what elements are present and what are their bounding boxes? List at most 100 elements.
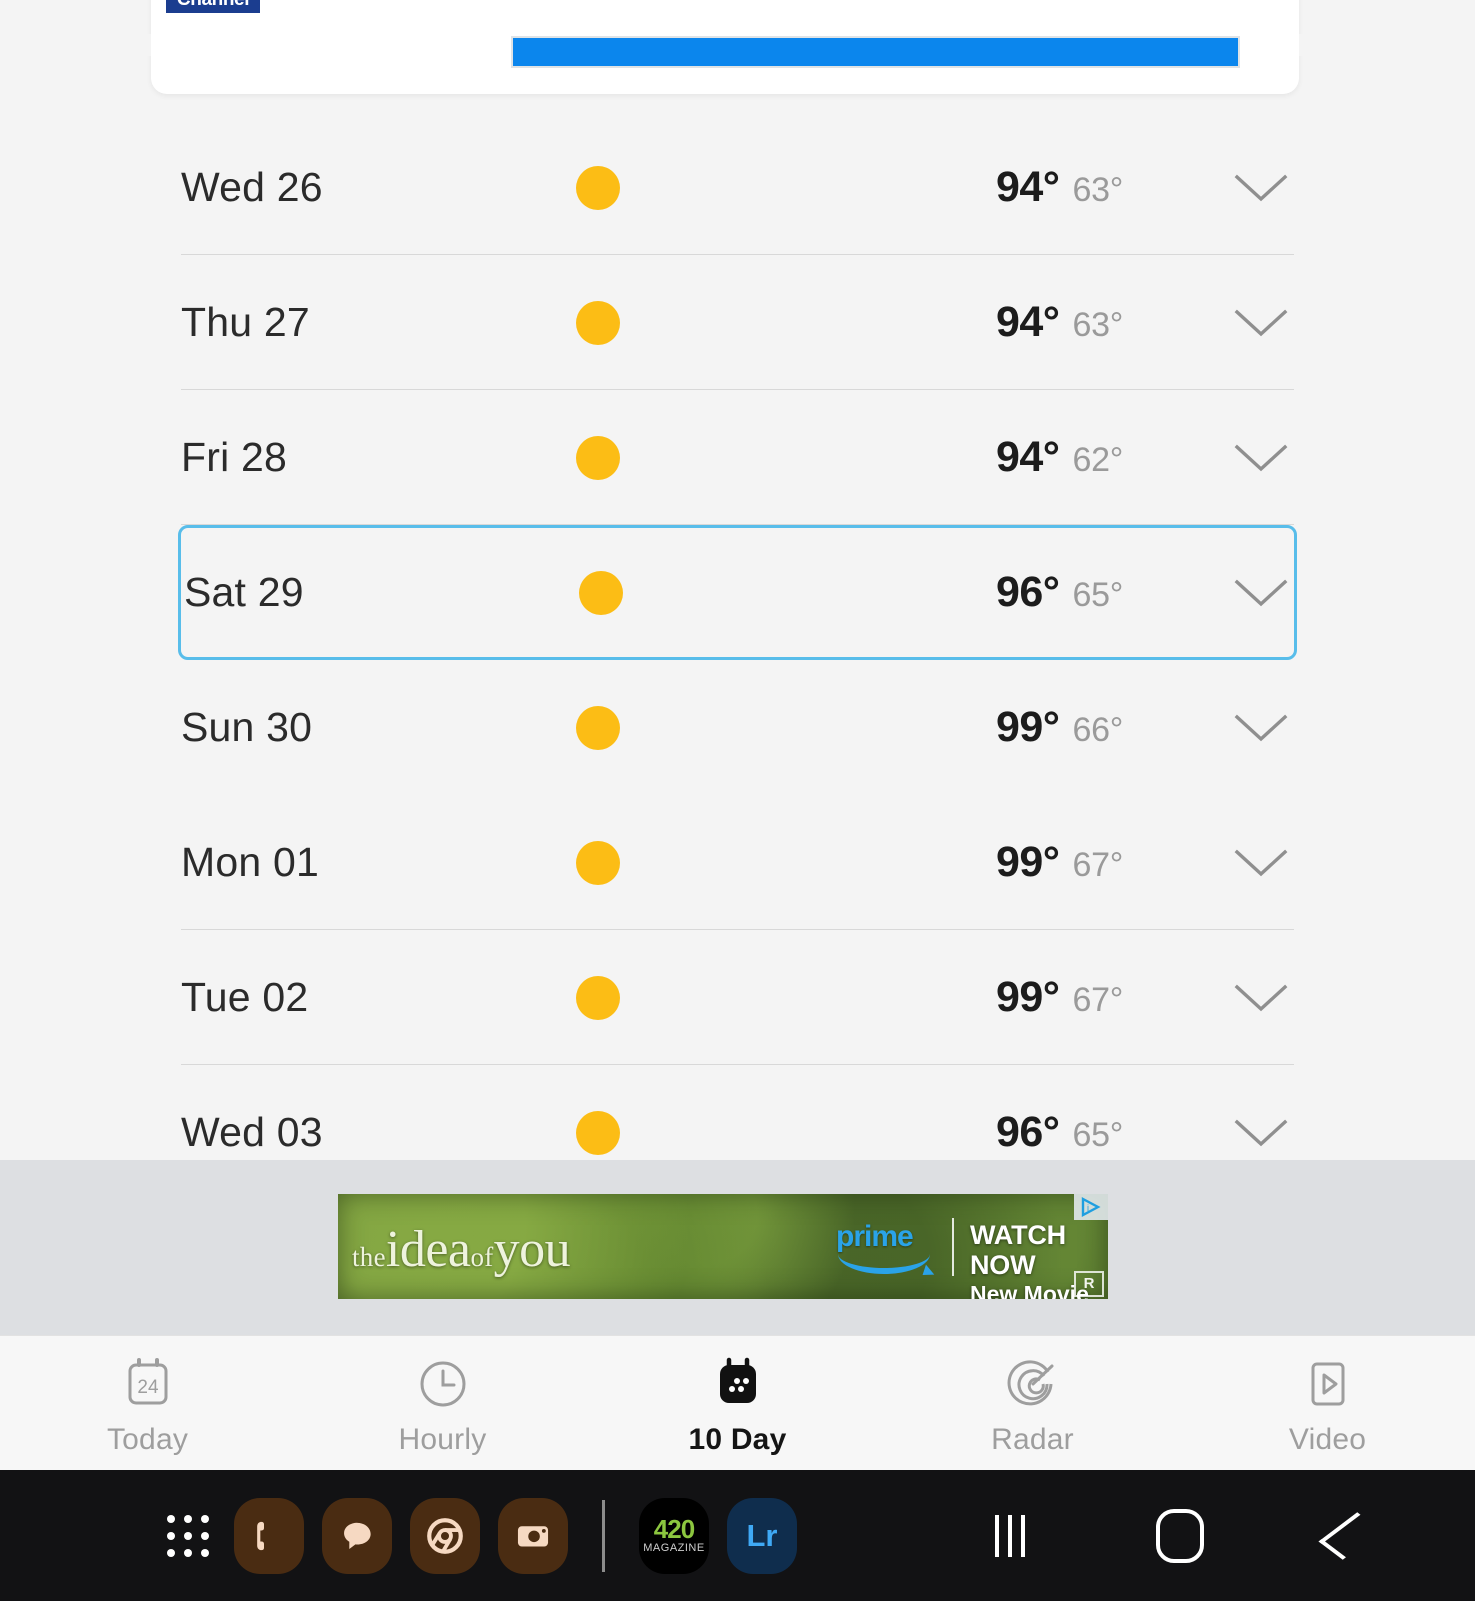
adchoices-icon[interactable]: i [1074,1194,1108,1220]
forecast-expand-cell [1123,713,1294,743]
forecast-expand-cell [1123,983,1294,1013]
forecast-icon-cell [576,165,826,210]
chrome-app-icon[interactable] [410,1497,480,1574]
sunny-icon [576,975,620,1020]
android-taskbar: 420 MAGAZINE Lr [0,1470,1475,1601]
forecast-low-temp: 65° [1072,1116,1123,1154]
forecast-day-label: Tue 02 [181,974,309,1020]
forecast-high-temp: 99° [995,838,1060,886]
forecast-high-temp: 94° [995,433,1060,481]
sunny-icon [579,570,623,615]
ad-banner[interactable]: theideaofyou prime WATCH NOW New Movie i… [338,1194,1108,1299]
home-button[interactable] [1151,1507,1209,1565]
recents-button[interactable] [981,1507,1039,1565]
forecast-row[interactable]: Tue 02 99° 67° [181,930,1294,1065]
lightroom-app-icon[interactable]: Lr [727,1497,797,1574]
forecast-icon-cell [579,570,829,615]
tab-video[interactable]: Video [1180,1336,1475,1471]
taskbar-apps: 420 MAGAZINE Lr [160,1497,797,1574]
tab-hourly[interactable]: Hourly [295,1336,590,1471]
forecast-icon-cell [576,300,826,345]
420-magazine-word: MAGAZINE [643,1542,705,1554]
forecast-low-temp: 67° [1072,846,1123,884]
forecast-temperatures: 94° 63° [826,163,1123,212]
phone-app-icon[interactable] [234,1497,304,1574]
chevron-down-icon[interactable] [1234,443,1288,473]
ad-divider [952,1218,954,1276]
ad-headline-idea: idea [385,1221,471,1278]
forecast-icon-cell [576,1110,826,1155]
tab-label: Radar [991,1422,1074,1456]
tab-label: 10 Day [688,1422,787,1456]
forecast-temperatures: 96° 65° [826,1108,1123,1157]
forecast-expand-cell [1123,1118,1294,1148]
forecast-row[interactable]: Wed 26 94° 63° [181,120,1294,255]
tab-label: Video [1288,1422,1367,1456]
chevron-down-icon[interactable] [1234,173,1288,203]
promo-card-body[interactable] [151,16,1299,94]
card-gap-left [0,34,151,56]
forecast-low-temp: 63° [1072,171,1123,209]
forecast-expand-cell [1123,443,1294,473]
chevron-down-icon[interactable] [1234,713,1288,743]
tab-10-day[interactable]: 10 Day [590,1336,885,1471]
forecast-expand-cell [1123,578,1294,608]
tab-label: Today [106,1422,189,1456]
bottom-tab-bar: 24 Today Hourly 10 Day Radar Video [0,1335,1475,1471]
420-magazine-app-icon[interactable]: 420 MAGAZINE [639,1497,709,1574]
420-magazine-number: 420 [653,1514,695,1544]
forecast-day-label: Wed 03 [181,1109,323,1155]
tab-radar[interactable]: Radar [885,1336,1180,1471]
sunny-icon [576,1110,620,1155]
forecast-day-label: Mon 01 [181,839,319,885]
forecast-temperatures: 99° 66° [826,703,1123,752]
calendar-24-icon: 24 [123,1357,173,1411]
app-drawer-icon[interactable] [160,1508,216,1564]
forecast-high-temp: 96° [995,568,1060,616]
messages-app-icon[interactable] [322,1497,392,1574]
forecast-icon-cell [576,435,826,480]
forecast-row[interactable]: Thu 27 94° 63° [181,255,1294,390]
forecast-row[interactable]: Mon 01 99° 67° [181,795,1294,930]
prime-smile-arrow [838,1248,930,1274]
forecast-temperatures: 94° 63° [826,298,1123,347]
forecast-high-temp: 94° [995,298,1060,346]
sunny-icon [576,165,620,210]
tab-today[interactable]: 24 Today [0,1336,295,1471]
forecast-high-temp: 96° [995,1108,1060,1156]
forecast-row[interactable]: Fri 28 94° 62° [181,390,1294,525]
clock-icon [417,1357,469,1411]
calendar-dots-icon [713,1357,763,1411]
rating-badge: R [1074,1271,1104,1297]
chevron-down-icon[interactable] [1234,308,1288,338]
forecast-row[interactable]: Sat 29 96° 65° [178,525,1297,660]
back-button[interactable] [1318,1507,1382,1565]
chevron-down-icon[interactable] [1234,983,1288,1013]
forecast-day-label: Sat 29 [184,569,304,615]
forecast-high-temp: 94° [995,163,1060,211]
forecast-expand-cell [1123,173,1294,203]
svg-text:i: i [1087,1203,1089,1213]
sunny-icon [576,840,620,885]
forecast-row[interactable]: Sun 30 99° 66° [181,660,1294,795]
chevron-down-icon[interactable] [1234,1118,1288,1148]
forecast-day-label: Wed 26 [181,164,323,210]
forecast-high-temp: 99° [995,703,1060,751]
forecast-icon-cell [576,975,826,1020]
camera-app-icon[interactable] [498,1497,568,1574]
ad-headline: theideaofyou [352,1220,571,1279]
forecast-icon-cell [576,705,826,750]
forecast-low-temp: 62° [1072,441,1123,479]
forecast-high-temp: 99° [995,973,1060,1021]
prime-logo: prime [836,1222,946,1274]
chevron-down-icon[interactable] [1234,578,1288,608]
ad-headline-of: of [470,1242,494,1272]
promo-progress-bar[interactable] [513,38,1238,66]
forecast-temperatures: 96° 65° [829,568,1123,617]
svg-text:24: 24 [137,1377,159,1398]
sunny-icon [576,300,620,345]
forecast-temperatures: 99° 67° [826,838,1123,887]
ad-headline-the: the [352,1242,386,1272]
tab-label: Hourly [398,1422,487,1456]
chevron-down-icon[interactable] [1234,848,1288,878]
